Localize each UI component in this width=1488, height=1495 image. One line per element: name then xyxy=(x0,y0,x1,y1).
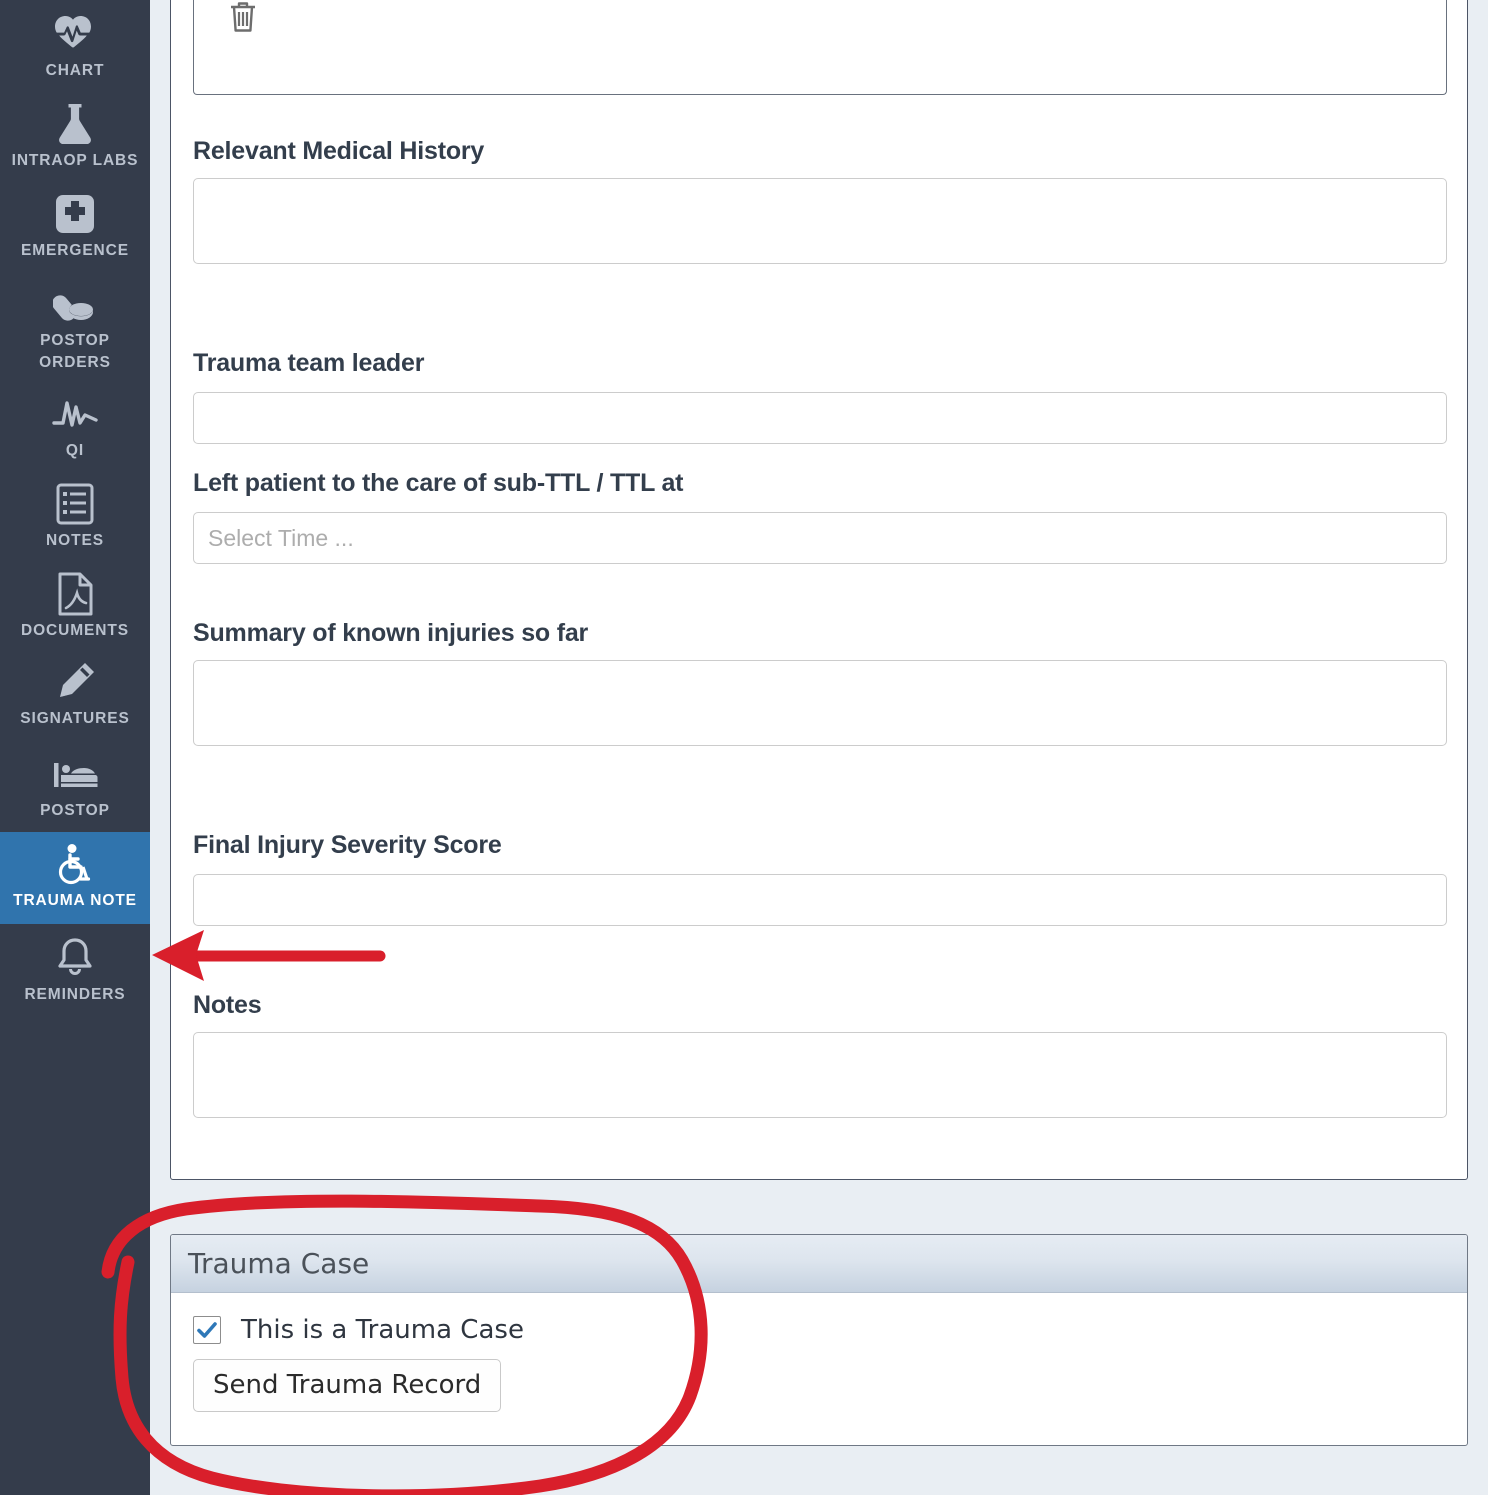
app-root: CHART INTRAOP LABS EMERGENCE POSTOP ORDE… xyxy=(0,0,1488,1495)
sidebar-item-label: CHART xyxy=(45,62,105,79)
bell-icon xyxy=(56,938,94,978)
bed-icon xyxy=(52,754,98,794)
sidebar-item-label: POSTOP ORDERS xyxy=(39,332,111,371)
sidebar-item-trauma-note[interactable]: TRAUMA NOTE xyxy=(0,832,150,924)
sidebar-item-label: SIGNATURES xyxy=(20,710,130,727)
trauma-case-checkbox-row[interactable]: This is a Trauma Case xyxy=(193,1315,1467,1345)
notes-input[interactable] xyxy=(193,1032,1447,1118)
trauma-case-panel-body: This is a Trauma Case Send Trauma Record xyxy=(171,1293,1467,1412)
field-label: Summary of known injuries so far xyxy=(193,619,589,647)
sidebar-item-label: NOTES xyxy=(46,532,104,549)
left-patient-care-time-input[interactable] xyxy=(193,512,1447,564)
sidebar-item-chart[interactable]: CHART xyxy=(0,0,150,92)
pdf-file-icon xyxy=(57,572,93,616)
trauma-case-panel: Trauma Case This is a Trauma Case Send T… xyxy=(170,1234,1468,1446)
sidebar-item-intraop-labs[interactable]: INTRAOP LABS xyxy=(0,92,150,182)
sidebar-item-postop[interactable]: POSTOP xyxy=(0,740,150,832)
medical-cross-icon xyxy=(54,194,96,234)
field-label: Trauma team leader xyxy=(193,349,425,377)
sidebar-item-reminders[interactable]: REMINDERS xyxy=(0,924,150,1016)
sidebar-item-documents[interactable]: DOCUMENTS xyxy=(0,562,150,652)
sidebar-item-postop-orders[interactable]: POSTOP ORDERS xyxy=(0,272,150,384)
sidebar-item-label: INTRAOP LABS xyxy=(11,152,139,169)
sidebar-item-label: DOCUMENTS xyxy=(21,622,129,639)
sidebar-item-label: TRAUMA NOTE xyxy=(13,892,137,909)
sidebar-item-label: POSTOP xyxy=(40,802,110,819)
summary-known-injuries-input[interactable] xyxy=(193,660,1447,746)
trash-icon[interactable] xyxy=(228,0,258,39)
injury-entry-box xyxy=(193,0,1447,95)
heart-pulse-icon xyxy=(53,14,97,54)
field-summary-known-injuries: Summary of known injuries so far xyxy=(193,618,1447,746)
sidebar-item-label: REMINDERS xyxy=(24,986,126,1003)
list-document-icon xyxy=(56,483,94,525)
sidebar-item-notes[interactable]: NOTES xyxy=(0,472,150,562)
left-sidebar-nav: CHART INTRAOP LABS EMERGENCE POSTOP ORDE… xyxy=(0,0,150,1495)
trauma-case-panel-title: Trauma Case xyxy=(188,1247,370,1280)
field-relevant-medical-history: Relevant Medical History xyxy=(193,136,1447,264)
waveform-icon xyxy=(52,394,98,434)
trauma-case-checkbox[interactable] xyxy=(193,1316,221,1344)
sidebar-item-label: EMERGENCE xyxy=(20,242,129,259)
pen-icon xyxy=(54,662,96,702)
sidebar-item-qi[interactable]: QI xyxy=(0,384,150,472)
field-label: Final Injury Severity Score xyxy=(193,831,502,859)
sidebar-item-signatures[interactable]: SIGNATURES xyxy=(0,652,150,740)
field-trauma-team-leader: Trauma team leader xyxy=(193,348,1447,444)
trauma-case-checkbox-label: This is a Trauma Case xyxy=(241,1315,524,1345)
sidebar-item-emergence[interactable]: EMERGENCE xyxy=(0,182,150,272)
field-left-patient-care-time: Left patient to the care of sub-TTL / TT… xyxy=(193,468,1447,564)
field-label: Notes xyxy=(193,991,262,1019)
main-content-area: Relevant Medical History Trauma team lea… xyxy=(150,0,1488,1495)
trauma-note-form-panel: Relevant Medical History Trauma team lea… xyxy=(170,0,1468,1180)
flask-icon xyxy=(55,104,95,144)
wheelchair-icon xyxy=(55,844,95,885)
final-injury-severity-score-input[interactable] xyxy=(193,874,1447,926)
trauma-case-panel-header: Trauma Case xyxy=(171,1235,1467,1293)
trauma-team-leader-input[interactable] xyxy=(193,392,1447,444)
pills-icon xyxy=(53,284,97,324)
field-label: Left patient to the care of sub-TTL / TT… xyxy=(193,469,684,497)
field-label: Relevant Medical History xyxy=(193,137,485,165)
field-final-injury-severity-score: Final Injury Severity Score xyxy=(193,830,1447,926)
send-trauma-record-button[interactable]: Send Trauma Record xyxy=(193,1359,502,1412)
checkmark-icon xyxy=(197,1322,217,1338)
relevant-medical-history-input[interactable] xyxy=(193,178,1447,264)
sidebar-item-label: QI xyxy=(65,442,85,459)
field-notes: Notes xyxy=(193,990,1447,1118)
